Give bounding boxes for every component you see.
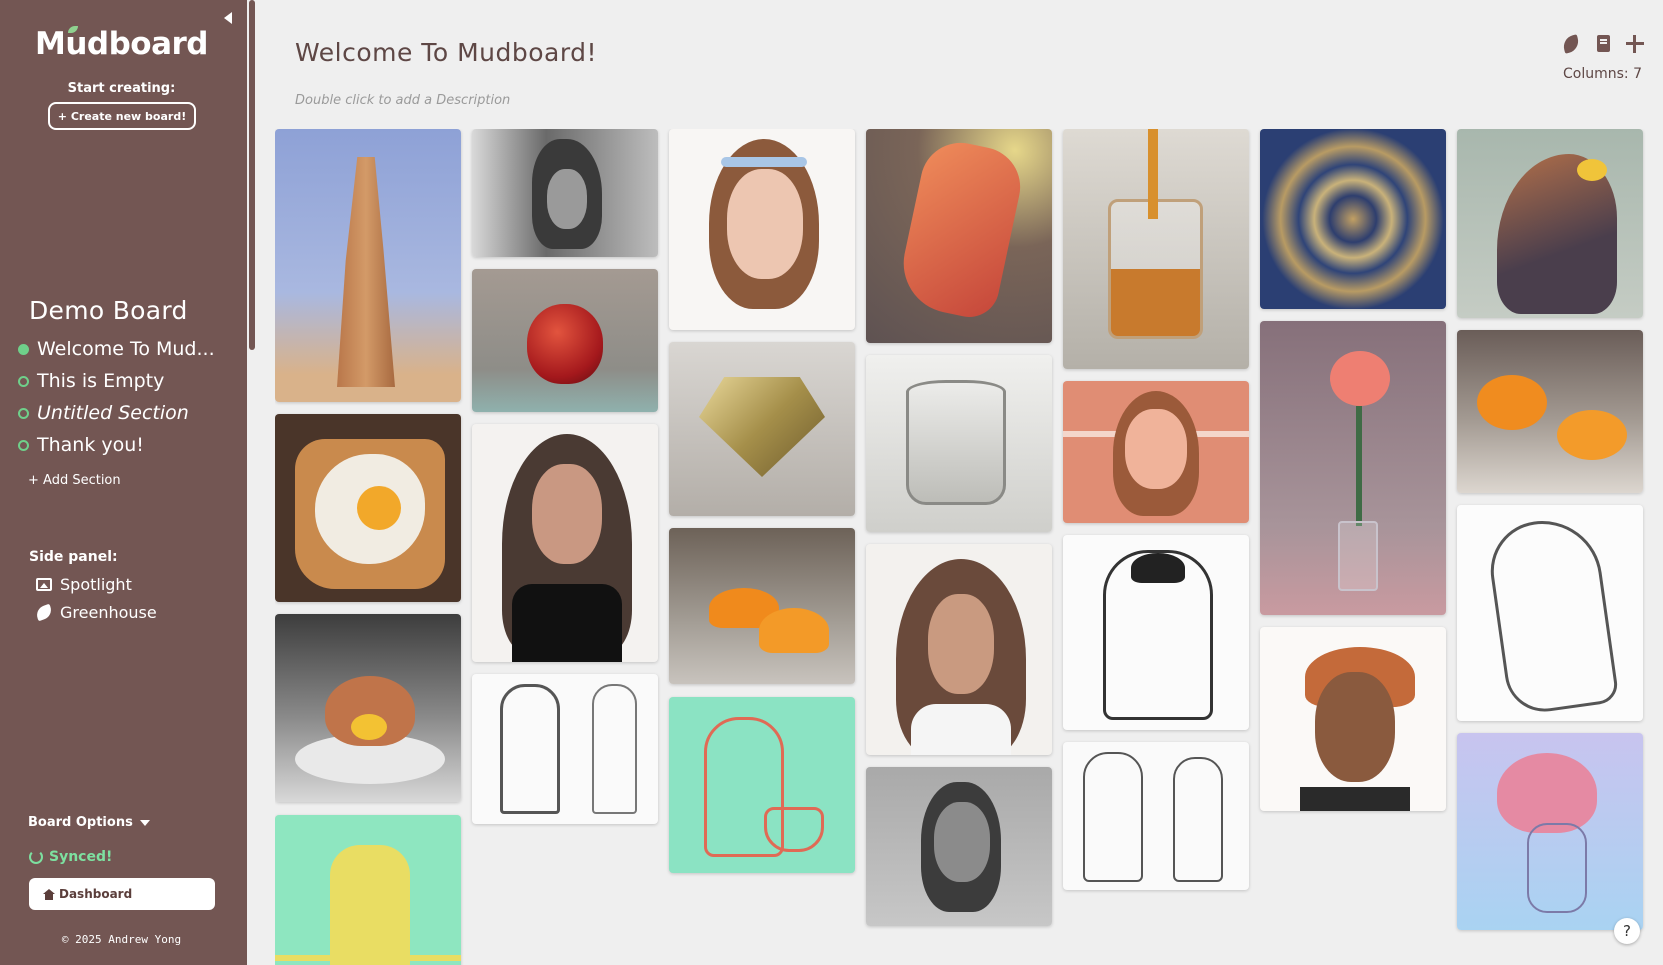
columns-count[interactable]: Columns: 7 [1563, 66, 1642, 82]
app-logo[interactable]: Mudboard [0, 26, 243, 62]
toolbar [1560, 33, 1646, 55]
board-options-dropdown[interactable]: Board Options [28, 815, 150, 830]
section-dot-icon [18, 407, 29, 419]
help-button[interactable]: ? [1614, 918, 1640, 944]
image-card-long-hair-woman[interactable] [866, 544, 1052, 755]
section-item-untitled[interactable]: Untitled Section [18, 402, 189, 424]
image-board [275, 129, 1647, 965]
image-card-bandana-woman[interactable] [1260, 627, 1446, 811]
theme-icon[interactable] [1560, 33, 1582, 55]
image-card-pink-sketch[interactable] [1457, 733, 1643, 930]
board-title[interactable]: Demo Board [29, 296, 188, 325]
image-card-two-figures-sketch[interactable] [1063, 742, 1249, 890]
start-creating-label: Start creating: [67, 81, 176, 96]
image-card-diamond[interactable] [669, 342, 855, 516]
dashboard-button[interactable]: Dashboard [29, 878, 215, 910]
image-card-bw-portrait[interactable] [472, 129, 658, 257]
image-card-water-ripple[interactable] [1260, 129, 1446, 309]
image-card-gray-portrait[interactable] [866, 767, 1052, 926]
image-card-cracked-egg[interactable] [275, 614, 461, 802]
panel-item-label: Spotlight [60, 575, 132, 594]
section-label: Thank you! [37, 434, 144, 456]
home-icon [43, 888, 55, 900]
image-card-orange-slices-1[interactable] [669, 528, 855, 684]
section-label: This is Empty [37, 370, 165, 392]
side-panel-label: Side panel: [29, 549, 118, 565]
image-card-short-hair-woman[interactable] [1063, 381, 1249, 523]
image-icon [36, 578, 52, 591]
leaf-icon [34, 603, 54, 622]
panel-item-spotlight[interactable]: Spotlight [36, 575, 132, 594]
section-label: Welcome To Mud... [37, 338, 215, 360]
board-options-label: Board Options [28, 815, 133, 830]
image-card-boy-sketch[interactable] [1063, 535, 1249, 730]
image-card-water-glass[interactable] [866, 355, 1052, 532]
add-section-button[interactable]: + Add Section [28, 473, 121, 488]
panel-item-label: Greenhouse [60, 603, 157, 622]
collapse-sidebar-icon[interactable] [222, 10, 236, 26]
description-placeholder[interactable]: Double click to add a Description [295, 93, 510, 108]
image-card-egg-toast[interactable] [275, 414, 461, 602]
section-item-empty[interactable]: This is Empty [18, 370, 164, 392]
dashboard-label: Dashboard [59, 887, 133, 901]
section-dot-icon [18, 375, 29, 387]
sidebar-scrollbar[interactable] [249, 0, 255, 350]
image-card-honey-jar[interactable] [1063, 129, 1249, 369]
image-card-headband-girl[interactable] [669, 129, 855, 330]
image-card-rose[interactable] [1260, 321, 1446, 615]
image-card-hawk[interactable] [1457, 129, 1643, 318]
image-card-orange-halves[interactable] [1457, 330, 1643, 493]
page-title[interactable]: Welcome To Mudboard! [295, 38, 597, 67]
image-card-apple[interactable] [472, 269, 658, 412]
image-card-red-sketch-girl[interactable] [669, 697, 855, 873]
section-item-welcome[interactable]: Welcome To Mud... [18, 338, 215, 360]
section-label: Untitled Section [37, 402, 189, 424]
image-card-armor-sketch[interactable] [472, 674, 658, 824]
copyright-text: © 2025 Andrew Yong [61, 933, 182, 946]
image-card-hand[interactable] [866, 129, 1052, 343]
sync-icon [29, 850, 43, 864]
sync-status: Synced! [29, 849, 112, 865]
image-card-woman-portrait[interactable] [472, 424, 658, 662]
create-new-board-button[interactable]: + Create new board! [48, 102, 196, 130]
section-item-thank-you[interactable]: Thank you! [18, 434, 144, 456]
caret-down-icon [139, 819, 150, 826]
image-card-yellow-sketch[interactable] [275, 815, 461, 965]
sidebar: Mudboard Start creating: + Create new bo… [0, 0, 247, 965]
sync-status-label: Synced! [49, 849, 113, 865]
image-card-rock-pillar[interactable] [275, 129, 461, 402]
section-dot-icon [18, 439, 29, 451]
add-icon[interactable] [1624, 33, 1646, 55]
panel-item-greenhouse[interactable]: Greenhouse [34, 603, 157, 622]
file-icon[interactable] [1592, 33, 1614, 55]
image-card-dancer-sketch[interactable] [1457, 505, 1643, 721]
section-active-dot-icon [18, 343, 29, 355]
